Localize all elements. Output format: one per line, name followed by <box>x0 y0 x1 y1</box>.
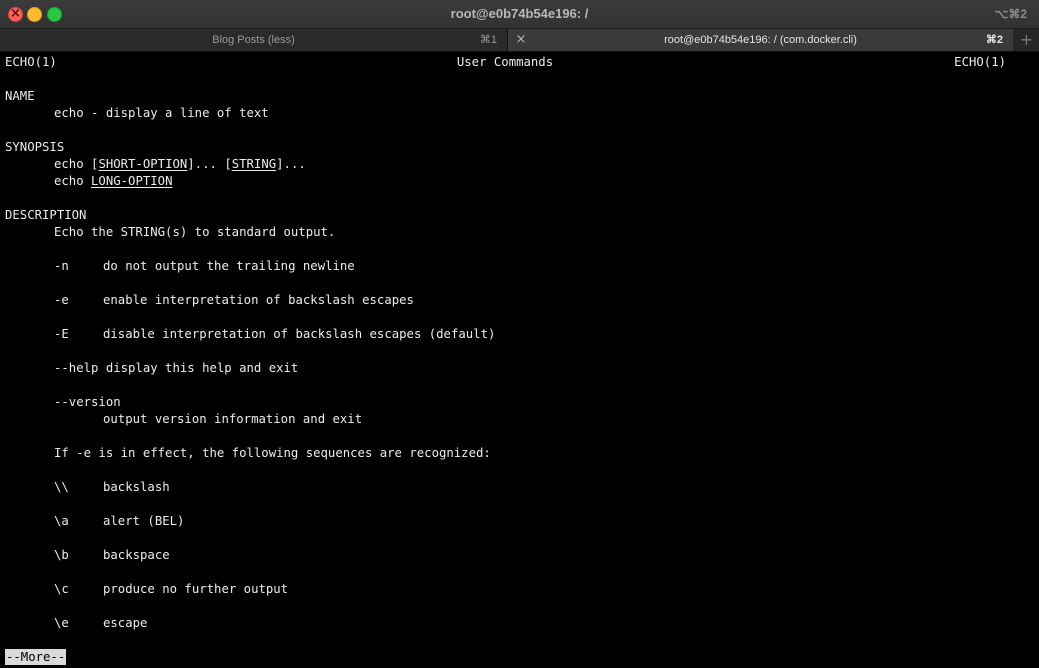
escape-text: backslash <box>103 480 170 494</box>
escape-text: escape <box>103 616 148 630</box>
escape-text: alert (BEL) <box>103 514 185 528</box>
escape-intro: If -e is in effect, the following sequen… <box>54 446 491 460</box>
terminal-window: root@e0b74b54e196: / ⌥⌘2 Blog Posts (les… <box>0 0 1039 668</box>
section-description-heading: DESCRIPTION <box>5 208 87 222</box>
escape-text: produce no further output <box>103 582 289 596</box>
section-synopsis-heading: SYNOPSIS <box>5 140 65 154</box>
name-text: echo - display a line of text <box>54 106 269 120</box>
tab-docker-shell[interactable]: × root@e0b74b54e196: / (com.docker.cli) … <box>508 29 1013 51</box>
synopsis-ellipsis: ]... <box>187 157 217 171</box>
escape-seq: \e <box>54 616 69 630</box>
option-flag: -n <box>54 259 69 273</box>
version-flag: --version <box>54 395 121 409</box>
escape-seq: \b <box>54 548 69 562</box>
tab-shortcut: ⌘2 <box>985 34 1003 46</box>
escape-seq: \a <box>54 514 69 528</box>
option-text: do not output the trailing newline <box>103 259 355 273</box>
help-option: --help display this help and exit <box>54 361 299 375</box>
description-text: Echo the STRING(s) to standard output. <box>54 225 336 239</box>
section-name-heading: NAME <box>5 89 35 103</box>
option-text: enable interpretation of backslash escap… <box>103 293 414 307</box>
option-flag: -E <box>54 327 69 341</box>
escape-seq: \c <box>54 582 69 596</box>
man-header-center: User Commands <box>456 55 554 69</box>
synopsis-bracket: [ <box>224 157 232 171</box>
synopsis-cmd: echo <box>54 174 84 188</box>
new-tab-button[interactable]: + <box>1014 29 1039 51</box>
option-text: disable interpretation of backslash esca… <box>103 327 496 341</box>
synopsis-cmd: echo <box>54 157 84 171</box>
synopsis-ellipsis: ]... <box>276 157 306 171</box>
version-text: output version information and exit <box>103 412 363 426</box>
tab-blog-posts[interactable]: Blog Posts (less) ⌘1 <box>0 29 508 51</box>
escape-seq: \\ <box>54 480 69 494</box>
window-title: root@e0b74b54e196: / <box>450 6 589 21</box>
synopsis-line-1: echo [SHORT-OPTION]... [STRING]... <box>54 156 306 173</box>
tab-shortcut: ⌘1 <box>479 34 497 46</box>
pager-more-prompt[interactable]: --More-- <box>5 649 67 665</box>
tab-label: Blog Posts (less) <box>212 34 295 46</box>
synopsis-short-option: SHORT-OPTION <box>98 157 188 171</box>
escape-text: backspace <box>103 548 170 562</box>
title-bar[interactable]: root@e0b74b54e196: / ⌥⌘2 <box>0 0 1039 29</box>
tab-bar: Blog Posts (less) ⌘1 × root@e0b74b54e196… <box>0 29 1039 52</box>
synopsis-long-option: LONG-OPTION <box>91 174 173 188</box>
window-shortcut: ⌥⌘2 <box>994 7 1027 21</box>
man-header-right: ECHO(1) <box>954 55 1006 69</box>
tab-label: root@e0b74b54e196: / (com.docker.cli) <box>664 34 857 46</box>
option-flag: -e <box>54 293 69 307</box>
terminal-output[interactable]: ECHO(1) User Commands ECHO(1) NAME echo … <box>0 52 1039 668</box>
synopsis-string: STRING <box>231 157 277 171</box>
synopsis-line-2: echo LONG-OPTION <box>54 173 172 190</box>
